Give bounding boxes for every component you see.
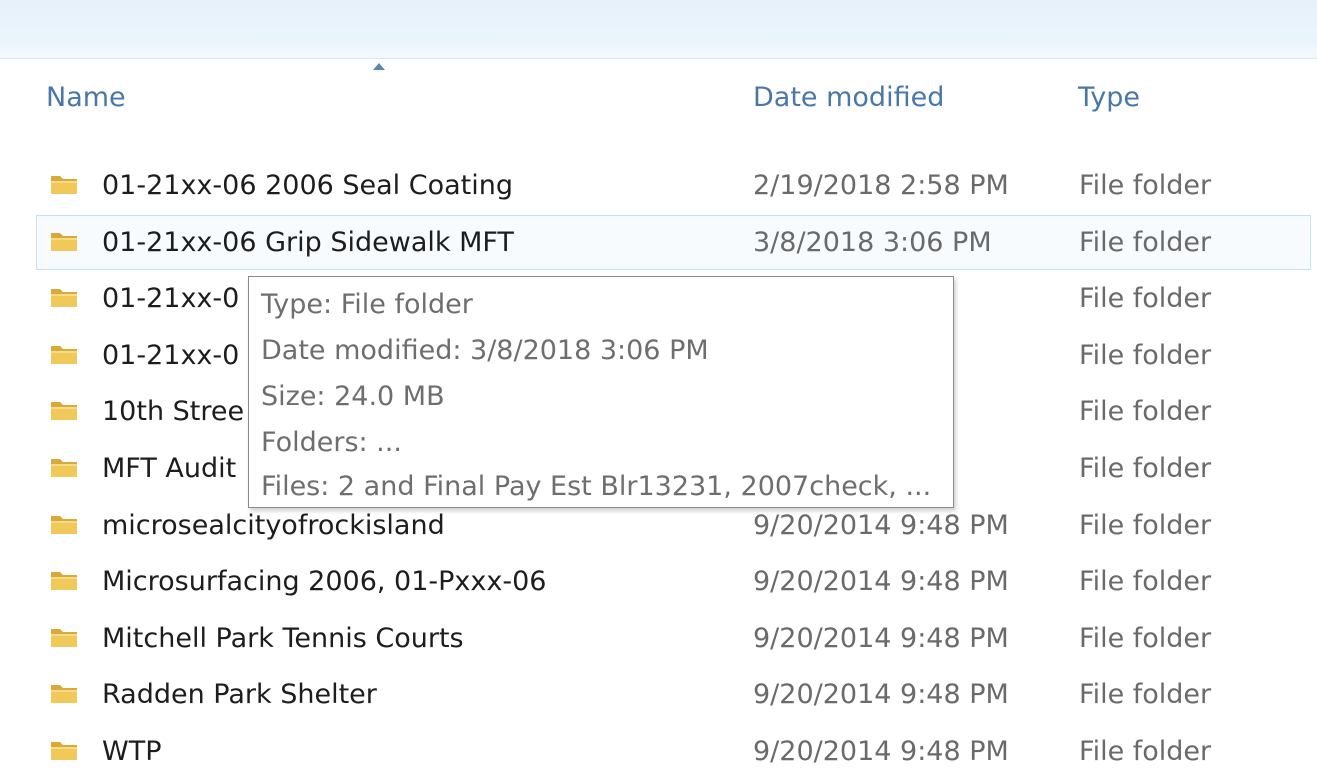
folder-icon [51, 289, 77, 308]
folder-icon [51, 345, 77, 364]
column-header-row: Name Date modified Type [0, 70, 1317, 130]
folder-icon [51, 741, 77, 760]
address-bar-area [0, 0, 1317, 59]
column-header-type[interactable]: Type [1078, 82, 1140, 113]
file-date-modified: 9/20/2014 9:48 PM [753, 622, 1009, 654]
tooltip-files: Files: 2 and Final Pay Est Blr13231, 200… [261, 471, 932, 502]
file-date-modified: 9/20/2014 9:48 PM [753, 679, 1009, 711]
file-date-modified: 3/8/2018 3:06 PM [753, 226, 992, 258]
folder-icon [51, 628, 77, 647]
file-type: File folder [1079, 566, 1212, 598]
file-type: File folder [1079, 339, 1212, 371]
file-date-modified: 9/20/2014 9:48 PM [753, 509, 1009, 541]
column-header-date-modified[interactable]: Date modified [753, 82, 944, 113]
table-row[interactable]: Mitchell Park Tennis Courts 9/20/2014 9:4… [0, 611, 1317, 668]
file-type: File folder [1079, 679, 1212, 711]
file-name[interactable]: Radden Park Shelter [102, 679, 377, 710]
table-row[interactable]: Microsurfacing 2006, 01-Pxxx-06 9/20/2014… [0, 554, 1317, 611]
file-name[interactable]: 01-21xx-06 Grip Sidewalk MFT [102, 227, 514, 258]
folder-icon [51, 515, 77, 534]
file-date-modified: 2/19/2018 2:58 PM [753, 170, 1009, 201]
file-type: File folder [1079, 283, 1212, 315]
folder-icon [51, 458, 77, 477]
folder-icon [51, 572, 77, 591]
tooltip-date-modified: Date modified: 3/8/2018 3:06 PM [261, 335, 709, 366]
file-type: File folder [1079, 396, 1212, 428]
folder-icon [51, 176, 77, 194]
file-type: File folder [1079, 509, 1212, 541]
file-date-modified: 9/20/2014 9:48 PM [753, 735, 1009, 767]
file-name[interactable]: 01-21xx-0 [102, 283, 239, 314]
folder-icon [51, 685, 77, 704]
folder-info-tooltip: Type: File folder Date modified: 3/8/201… [248, 276, 954, 508]
table-row[interactable]: 01-21xx-06 Grip Sidewalk MFT 3/8/2018 3:0… [0, 214, 1317, 272]
file-name[interactable]: microsealcityofrockisland [102, 510, 445, 541]
file-type: File folder [1079, 226, 1212, 258]
sort-ascending-icon [373, 63, 385, 70]
table-row[interactable]: WTP 9/20/2014 9:48 PM File folder [0, 724, 1317, 781]
tooltip-size: Size: 24.0 MB [261, 381, 445, 412]
column-header-name[interactable]: Name [46, 82, 126, 113]
file-name[interactable]: 10th Stree [102, 396, 244, 427]
file-name[interactable]: 01-21xx-06 2006 Seal Coating [102, 170, 513, 201]
file-name[interactable]: WTP [102, 736, 161, 767]
file-type: File folder [1079, 452, 1212, 484]
table-row[interactable]: Radden Park Shelter 9/20/2014 9:48 PM File… [0, 667, 1317, 724]
folder-icon [51, 402, 77, 421]
table-row[interactable]: 01-21xx-06 2006 Seal Coating 2/19/2018 2:… [0, 158, 1317, 215]
file-type: File folder [1079, 622, 1212, 654]
file-type: File folder [1079, 735, 1212, 767]
tooltip-folders: Folders: ... [261, 427, 402, 458]
file-name[interactable]: Mitchell Park Tennis Courts [102, 623, 464, 654]
tooltip-type: Type: File folder [261, 289, 473, 320]
folder-icon [51, 232, 77, 251]
file-type: File folder [1079, 170, 1212, 201]
file-name[interactable]: 01-21xx-0 [102, 340, 239, 371]
file-name[interactable]: MFT Audit [102, 453, 236, 484]
file-name[interactable]: Microsurfacing 2006, 01-Pxxx-06 [102, 566, 546, 597]
file-date-modified: 9/20/2014 9:48 PM [753, 566, 1009, 598]
